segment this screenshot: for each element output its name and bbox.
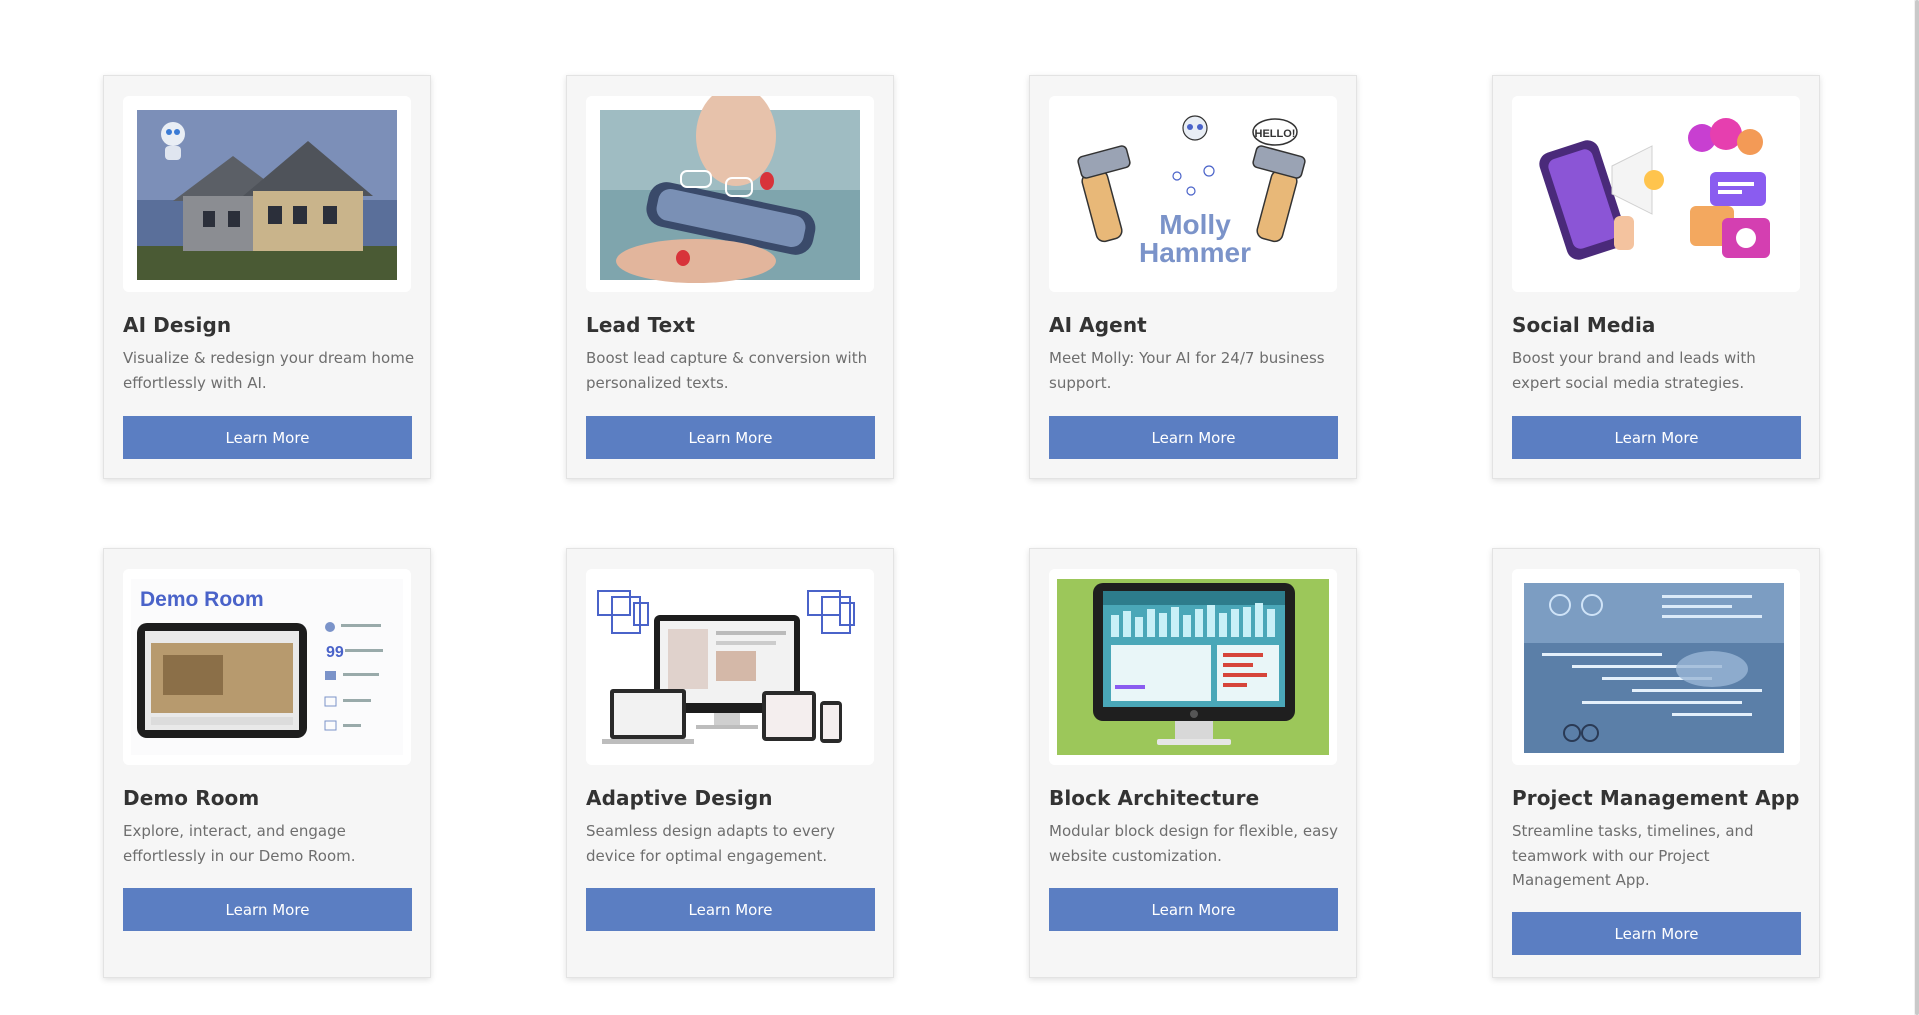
card-demo-room: Demo Room 99 Demo Room Explore, interact… bbox=[103, 548, 431, 978]
page-scrollbar-thumb[interactable] bbox=[1915, 0, 1919, 1015]
hammer-text: Hammer bbox=[1139, 237, 1251, 268]
card-ai-design: AI Design Visualize & redesign your drea… bbox=[103, 75, 431, 479]
card-title: Project Management App bbox=[1512, 786, 1800, 810]
adaptive-design-devices-image bbox=[586, 569, 874, 765]
ai-design-house-robot-image bbox=[123, 96, 411, 292]
card-description: Visualize & redesign your dream home eff… bbox=[123, 349, 415, 392]
learn-more-button[interactable]: Learn More bbox=[1049, 416, 1338, 459]
card-description: Seamless design adapts to every device f… bbox=[586, 822, 835, 865]
ai-agent-molly-hammer-image: HELLO! Molly Hammer bbox=[1049, 96, 1337, 292]
card-description: Streamline tasks, timelines, and teamwor… bbox=[1512, 822, 1754, 889]
learn-more-button[interactable]: Learn More bbox=[1512, 416, 1801, 459]
learn-more-button[interactable]: Learn More bbox=[586, 416, 875, 459]
card-adaptive-design: Adaptive Design Seamless design adapts t… bbox=[566, 548, 894, 978]
card-title: AI Design bbox=[123, 313, 232, 337]
card-title: AI Agent bbox=[1049, 313, 1147, 337]
card-description: Boost lead capture & conversion with per… bbox=[586, 349, 868, 392]
social-media-phone-megaphone-image bbox=[1512, 96, 1800, 292]
hello-bubble-text: HELLO! bbox=[1255, 128, 1296, 140]
services-grid: AI Design Visualize & redesign your drea… bbox=[0, 0, 1919, 1015]
learn-more-button[interactable]: Learn More bbox=[123, 888, 412, 931]
card-title: Adaptive Design bbox=[586, 786, 773, 810]
demo-room-image-title: Demo Room bbox=[140, 588, 264, 611]
svg-text:99: 99 bbox=[326, 644, 344, 661]
lead-text-phone-hand-image bbox=[586, 96, 874, 292]
card-description: Meet Molly: Your AI for 24/7 business su… bbox=[1049, 349, 1325, 392]
learn-more-button[interactable]: Learn More bbox=[1512, 912, 1801, 955]
learn-more-button[interactable]: Learn More bbox=[1049, 888, 1338, 931]
project-management-dashboard-image bbox=[1512, 569, 1800, 765]
card-description: Boost your brand and leads with expert s… bbox=[1512, 349, 1756, 392]
card-lead-text: Lead Text Boost lead capture & conversio… bbox=[566, 75, 894, 479]
learn-more-button[interactable]: Learn More bbox=[123, 416, 412, 459]
card-ai-agent: HELLO! Molly Hammer AI Agent Meet Molly:… bbox=[1029, 75, 1357, 479]
card-project-management-app: Project Management App Streamline tasks,… bbox=[1492, 548, 1820, 978]
card-title: Social Media bbox=[1512, 313, 1656, 337]
block-architecture-monitor-image bbox=[1049, 569, 1337, 765]
card-description: Explore, interact, and engage effortless… bbox=[123, 822, 356, 865]
demo-room-tablet-image: Demo Room 99 bbox=[123, 569, 411, 765]
card-title: Block Architecture bbox=[1049, 786, 1260, 810]
card-title: Lead Text bbox=[586, 313, 695, 337]
card-block-architecture: Block Architecture Modular block design … bbox=[1029, 548, 1357, 978]
card-description: Modular block design for flexible, easy … bbox=[1049, 822, 1338, 865]
card-social-media: Social Media Boost your brand and leads … bbox=[1492, 75, 1820, 479]
learn-more-button[interactable]: Learn More bbox=[586, 888, 875, 931]
card-title: Demo Room bbox=[123, 786, 260, 810]
molly-text: Molly bbox=[1159, 209, 1231, 240]
